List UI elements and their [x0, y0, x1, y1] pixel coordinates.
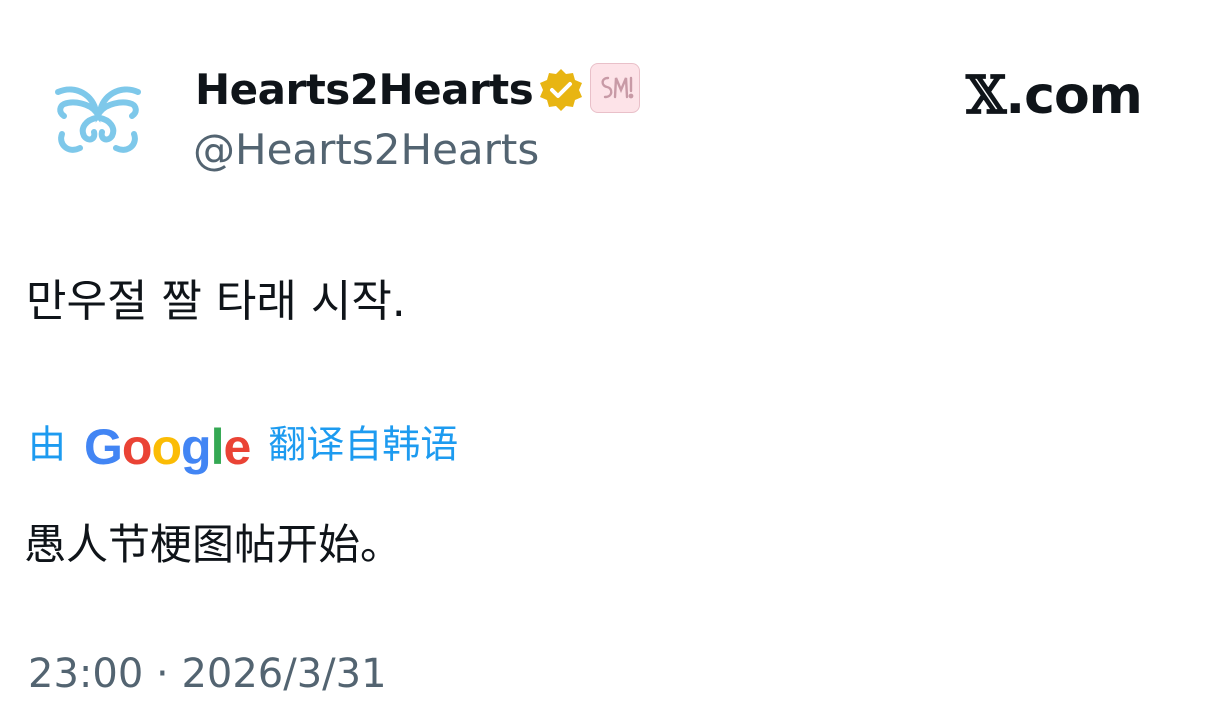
tweet-text: 만우절 짤 타래 시작. [26, 276, 406, 327]
tweet-header: Hearts2Hearts @Hearts2Hearts 𝕏.com [0, 0, 1206, 200]
tweet-date: 2026/3/31 [181, 651, 387, 697]
x-com-brand: 𝕏.com [966, 64, 1143, 128]
translated-tweet-text: 愚人节梗图帖开始。 [24, 520, 403, 569]
google-letter: o [151, 418, 182, 475]
google-letter: o [121, 418, 153, 475]
tweet-time: 23:00 [28, 651, 144, 697]
user-handle[interactable]: @Hearts2Hearts [193, 124, 539, 176]
display-name[interactable]: Hearts2Hearts [195, 64, 534, 116]
x-logo-icon: 𝕏 [966, 65, 1006, 126]
timestamp-separator: · [156, 651, 169, 697]
translation-attribution[interactable]: 由 Google 翻译自韩语 [28, 412, 458, 476]
sm-entertainment-badge-icon[interactable] [590, 63, 640, 113]
google-letter: e [223, 418, 251, 475]
translation-source-label: 翻译自韩语 [268, 422, 459, 467]
tweet-timestamp[interactable]: 23:00 · 2026/3/31 [28, 646, 387, 702]
brand-domain: .com [1005, 66, 1142, 126]
google-logo: Google [84, 415, 251, 475]
avatar[interactable] [50, 82, 146, 162]
google-letter: G [84, 418, 123, 475]
google-letter: g [181, 418, 212, 475]
translation-by-label: 由 [28, 422, 67, 467]
google-letter: l [210, 418, 225, 475]
gold-verified-badge-icon[interactable] [537, 66, 585, 114]
